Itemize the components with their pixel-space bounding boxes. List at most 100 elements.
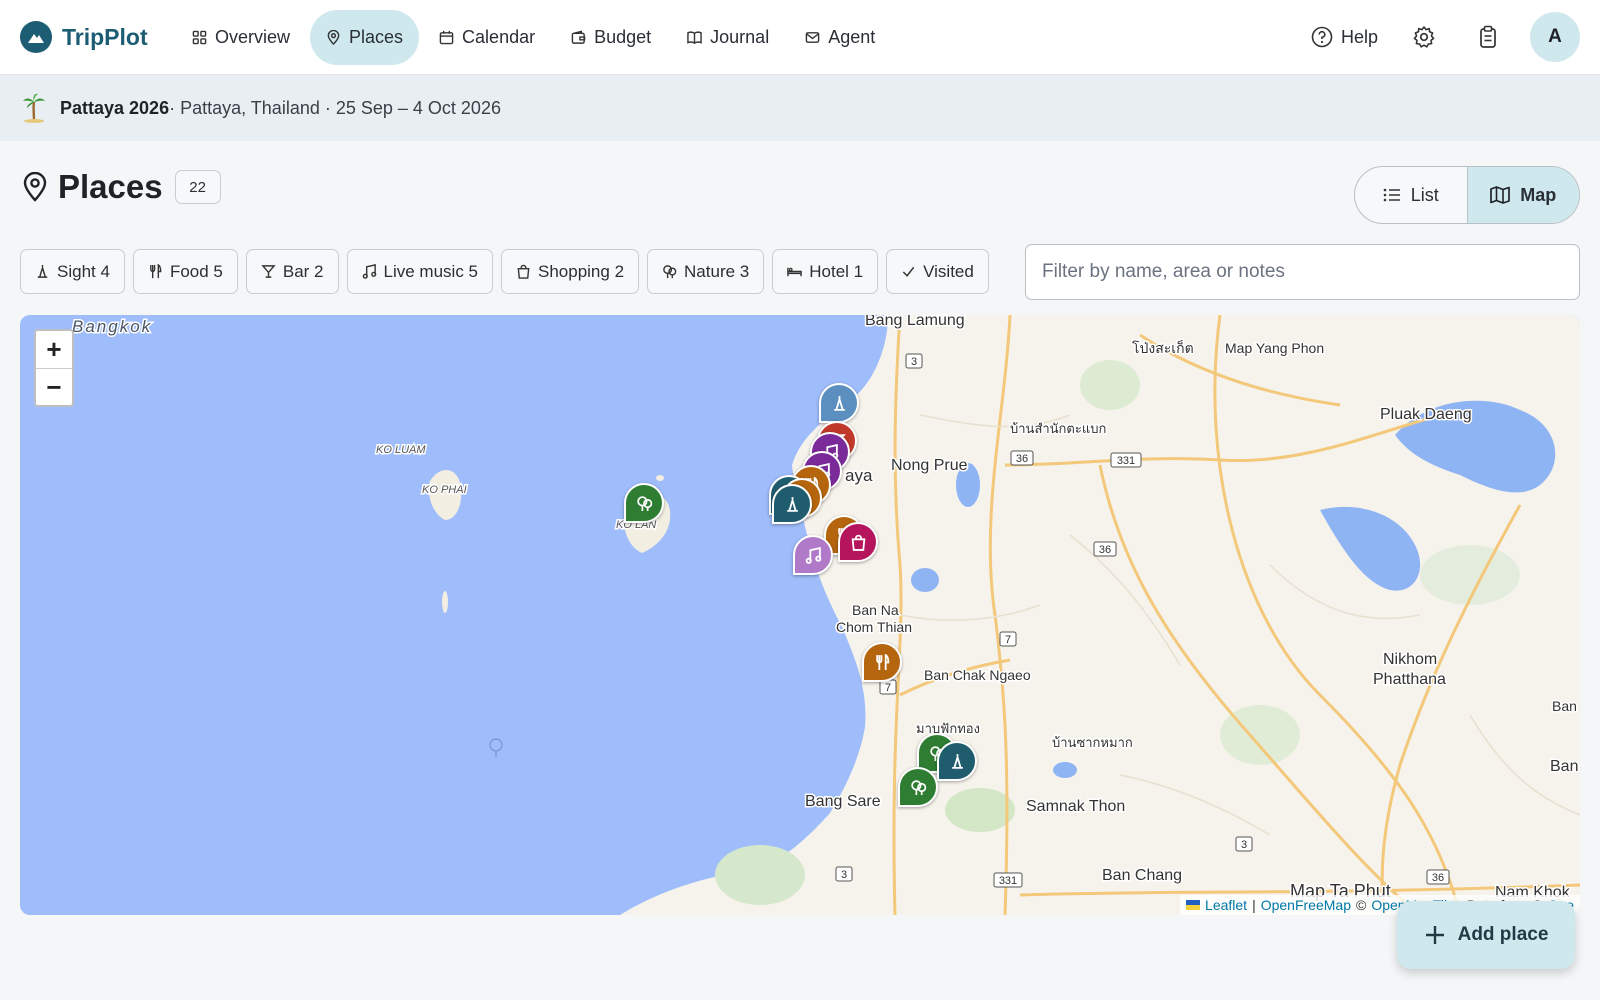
map-label: Ban Na — [852, 602, 899, 618]
mail-icon — [805, 32, 820, 43]
check-icon — [902, 266, 915, 277]
nav-budget-label: Budget — [594, 27, 652, 47]
map-basemap[interactable]: 3 36 331 36 7 7 3 331 3 36 Bangkok Bang … — [20, 315, 1580, 915]
gear-icon — [1413, 26, 1435, 48]
shopping-bag-icon — [517, 264, 530, 279]
top-right-actions: Help A — [1307, 12, 1580, 62]
nav-journal-label: Journal — [710, 27, 770, 47]
filter-food[interactable]: Food 5 — [132, 249, 238, 294]
map-view-button[interactable]: Map — [1466, 167, 1579, 223]
nav-places[interactable]: Places — [310, 10, 420, 65]
map-label: aya — [845, 466, 873, 485]
shopping-bag-icon — [851, 534, 865, 551]
road-shield: 36 — [1016, 453, 1028, 465]
nav-calendar[interactable]: Calendar — [423, 10, 551, 65]
place-marker-food[interactable] — [862, 642, 902, 682]
nav-overview[interactable]: Overview — [176, 10, 306, 65]
filter-shopping-label: Shopping 2 — [538, 261, 625, 281]
map-label: Pluak Daeng — [1380, 406, 1472, 423]
clipboard-button[interactable] — [1466, 12, 1510, 62]
music-note-icon — [362, 264, 376, 279]
view-toggle: List Map — [1354, 166, 1580, 224]
road-shield: 3 — [911, 356, 917, 368]
filter-nature[interactable]: Nature 3 — [647, 249, 765, 294]
map-label: Bangkok — [72, 317, 152, 336]
map-label: Bang Sare — [805, 793, 881, 810]
zoom-out-button[interactable]: − — [36, 368, 72, 405]
filter-bar[interactable]: Bar 2 — [245, 249, 339, 294]
forest-area-4 — [715, 845, 805, 905]
map-label: Phatthana — [1373, 671, 1446, 688]
road-shield: 331 — [999, 875, 1017, 887]
nav-journal[interactable]: Journal — [671, 10, 785, 65]
music-note-icon — [805, 546, 821, 564]
fork-knife-icon — [150, 264, 162, 279]
book-icon — [687, 31, 702, 45]
road-shield: 7 — [1005, 634, 1011, 646]
brand[interactable]: TripPlot — [20, 21, 148, 53]
places-map[interactable]: 3 36 331 36 7 7 3 331 3 36 Bangkok Bang … — [20, 315, 1580, 915]
road-shield: 331 — [1117, 455, 1135, 467]
list-view-button[interactable]: List — [1355, 167, 1467, 223]
filter-shopping[interactable]: Shopping 2 — [501, 249, 640, 294]
top-navigation-bar: TripPlot Overview Places Calendar Budget… — [0, 0, 1600, 75]
island-small-1 — [442, 591, 448, 613]
zoom-in-button[interactable]: + — [36, 331, 72, 368]
place-marker-sight[interactable] — [819, 383, 859, 423]
filter-food-label: Food 5 — [169, 261, 223, 281]
road-shield: 3 — [841, 869, 847, 881]
road-shield: 3 — [1241, 839, 1247, 851]
map-label: Chom Thian — [836, 619, 912, 635]
plus-icon — [1425, 926, 1444, 944]
landmark-icon — [786, 496, 798, 512]
map-label: โป่งสะเก็ต — [1132, 339, 1194, 356]
list-view-label: List — [1410, 184, 1439, 205]
attribution-separator: | — [1252, 897, 1256, 913]
forest-area-2 — [945, 788, 1015, 832]
map-label: Ban Chak Ngaeo — [924, 667, 1031, 683]
mountain-logo-icon — [20, 21, 52, 53]
nav-agent[interactable]: Agent — [789, 10, 891, 65]
filter-hotel-label: Hotel 1 — [809, 261, 864, 281]
trip-name[interactable]: Pattaya 2026 — [60, 98, 169, 119]
place-marker-nature[interactable] — [898, 767, 938, 807]
landmark-icon — [833, 395, 845, 411]
page-header: Places 22 — [22, 168, 221, 206]
add-place-button[interactable]: Add place — [1397, 901, 1575, 969]
map-label: บ้านสำนักตะแบก — [1010, 421, 1106, 436]
filter-sight[interactable]: Sight 4 — [20, 249, 125, 294]
cocktail-icon — [261, 265, 276, 278]
add-place-label: Add place — [1457, 924, 1549, 945]
map-label: Nikhom — [1383, 651, 1437, 668]
help-button[interactable]: Help — [1307, 12, 1382, 62]
map-label: KO LUAM — [376, 444, 426, 456]
map-label: Ban Chang — [1102, 867, 1182, 884]
tree-icon — [910, 779, 926, 795]
road-shield: 36 — [1432, 872, 1444, 884]
place-marker-sight[interactable] — [772, 484, 812, 524]
filter-hotel[interactable]: Hotel 1 — [772, 249, 879, 294]
clipboard-icon — [1480, 25, 1496, 48]
map-label: มาบฟักทอง — [916, 721, 980, 736]
place-marker-nature[interactable] — [624, 483, 664, 523]
leaflet-link[interactable]: Leaflet — [1205, 897, 1247, 913]
map-label: Ban — [1552, 698, 1577, 714]
nav-calendar-label: Calendar — [462, 27, 536, 47]
place-marker-live-music[interactable] — [793, 535, 833, 575]
user-avatar[interactable]: A — [1530, 12, 1580, 62]
filter-live-music[interactable]: Live music 5 — [346, 249, 493, 294]
map-label: Ban — [1550, 758, 1578, 775]
place-marker-sight[interactable] — [937, 741, 977, 781]
places-filter-input[interactable] — [1025, 244, 1580, 300]
nav-budget[interactable]: Budget — [555, 10, 667, 65]
calendar-icon — [439, 30, 454, 45]
openfreemap-link[interactable]: OpenFreeMap — [1261, 897, 1351, 913]
filter-visited[interactable]: Visited — [886, 249, 989, 294]
trip-details: · Pattaya, Thailand · 25 Sep – 4 Oct 202… — [169, 97, 501, 118]
main-nav: Overview Places Calendar Budget Journal … — [176, 10, 891, 65]
settings-button[interactable] — [1402, 12, 1446, 62]
lake-small-3 — [1053, 762, 1077, 778]
place-marker-shopping[interactable] — [838, 522, 878, 562]
map-label: Map Yang Phon — [1225, 340, 1324, 356]
map-icon — [1490, 186, 1511, 204]
